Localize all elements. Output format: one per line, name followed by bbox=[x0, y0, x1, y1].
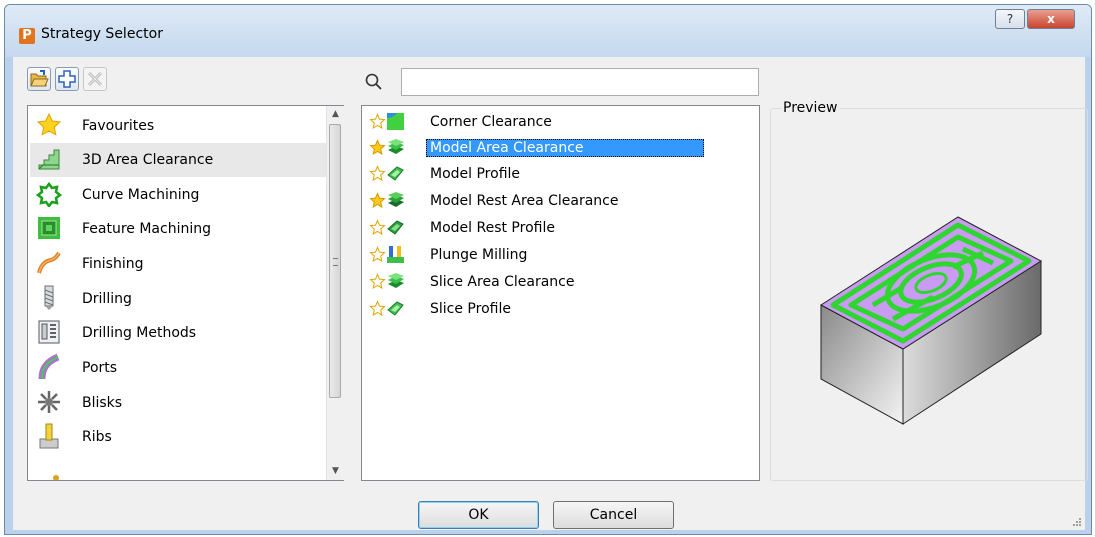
star-outline-icon[interactable] bbox=[369, 273, 386, 290]
model-rest-area-clearance-icon bbox=[388, 192, 404, 207]
category-feature-machining[interactable]: Feature Machining bbox=[30, 212, 326, 246]
dialog-body: Favourites 3D Area Clearance Curve Machi… bbox=[13, 57, 1088, 530]
remove-button[interactable] bbox=[83, 67, 107, 91]
strategy-list[interactable]: Corner Clearance Model Area Clearance Mo… bbox=[361, 105, 760, 481]
category-label: Blisks bbox=[82, 395, 123, 411]
ok-button[interactable]: OK bbox=[418, 501, 539, 529]
star-icon bbox=[36, 112, 62, 136]
category-label: Finishing bbox=[82, 256, 144, 272]
area-clearance-icon bbox=[38, 149, 60, 170]
category-3d-area-clearance[interactable]: 3D Area Clearance bbox=[30, 143, 326, 177]
feature-machining-icon bbox=[38, 217, 60, 239]
strategy-item[interactable]: Plunge Milling bbox=[366, 244, 754, 266]
cancel-button[interactable]: Cancel bbox=[553, 501, 674, 529]
strategy-label: Model Area Clearance bbox=[426, 139, 704, 157]
strategy-item[interactable]: Slice Profile bbox=[366, 298, 754, 320]
category-scrollbar[interactable]: ▲ ▼ bbox=[326, 106, 344, 480]
category-ribs[interactable]: Ribs bbox=[30, 420, 326, 454]
strategy-label: Slice Area Clearance bbox=[430, 274, 575, 290]
star-outline-icon[interactable] bbox=[369, 113, 386, 130]
blisks-icon bbox=[38, 391, 60, 413]
category-label: 3D Area Clearance bbox=[82, 152, 214, 168]
category-label: Curve Machining bbox=[82, 187, 200, 203]
model-profile-icon bbox=[387, 166, 404, 181]
star-outline-icon[interactable] bbox=[369, 246, 386, 263]
strategy-item[interactable]: Model Profile bbox=[366, 163, 754, 185]
strategy-item[interactable]: Model Rest Area Clearance bbox=[366, 190, 754, 212]
category-drilling-methods[interactable]: Drilling Methods bbox=[30, 316, 326, 350]
title-bar[interactable]: P Strategy Selector ? x bbox=[5, 5, 1091, 57]
category-blisks[interactable]: Blisks bbox=[30, 386, 326, 420]
ribs-icon bbox=[39, 423, 59, 449]
finishing-icon bbox=[37, 251, 61, 274]
help-button[interactable]: ? bbox=[995, 9, 1025, 29]
category-drilling[interactable]: Drilling bbox=[30, 282, 326, 316]
strategy-label: Model Rest Profile bbox=[430, 220, 555, 236]
category-label: Feature Machining bbox=[82, 221, 211, 237]
star-outline-icon[interactable] bbox=[369, 300, 386, 317]
category-label: Ports bbox=[82, 360, 118, 376]
preview-label: Preview bbox=[781, 100, 840, 116]
corner-clearance-icon bbox=[387, 113, 404, 130]
scroll-down-arrow[interactable]: ▼ bbox=[327, 463, 344, 480]
category-finishing[interactable]: Finishing bbox=[30, 247, 326, 281]
plus-icon bbox=[58, 70, 76, 88]
open-folder-button[interactable] bbox=[27, 67, 51, 91]
star-filled-icon[interactable] bbox=[369, 192, 386, 209]
ports-icon bbox=[38, 354, 60, 380]
strategy-label: Model Profile bbox=[430, 166, 521, 182]
category-label: Drilling Methods bbox=[82, 325, 197, 341]
category-label: Ribs bbox=[82, 429, 112, 445]
drilling-methods-icon bbox=[38, 320, 60, 344]
model-rest-profile-icon bbox=[387, 220, 404, 235]
category-next-partial bbox=[30, 455, 326, 480]
window-title: Strategy Selector bbox=[41, 26, 163, 42]
slice-profile-icon bbox=[387, 301, 404, 316]
strategy-label: Plunge Milling bbox=[430, 247, 528, 263]
search-input[interactable] bbox=[401, 68, 759, 96]
strategy-label: Slice Profile bbox=[430, 301, 511, 317]
strategy-selector-dialog: P Strategy Selector ? x Favourites 3D Ar… bbox=[4, 4, 1092, 535]
open-folder-icon bbox=[30, 70, 49, 87]
star-outline-icon[interactable] bbox=[369, 219, 386, 236]
strategy-item[interactable]: Model Rest Profile bbox=[366, 217, 754, 239]
star-outline-icon[interactable] bbox=[369, 165, 386, 182]
model-area-clearance-icon bbox=[388, 139, 404, 154]
strategy-label: Model Rest Area Clearance bbox=[430, 193, 619, 209]
close-button[interactable]: x bbox=[1027, 9, 1075, 29]
strategy-item[interactable]: Model Area Clearance bbox=[366, 137, 754, 159]
plunge-milling-icon bbox=[387, 246, 404, 263]
app-icon: P bbox=[19, 28, 35, 44]
remove-icon bbox=[87, 71, 103, 87]
strategy-item[interactable]: Corner Clearance bbox=[366, 111, 754, 133]
category-label: Drilling bbox=[82, 291, 132, 307]
resize-grip-icon[interactable] bbox=[1072, 517, 1082, 527]
category-list[interactable]: Favourites 3D Area Clearance Curve Machi… bbox=[27, 105, 344, 481]
curve-machining-icon bbox=[36, 181, 62, 207]
partial-icon bbox=[53, 475, 59, 480]
scroll-thumb[interactable] bbox=[329, 124, 341, 398]
category-label: Favourites bbox=[82, 118, 155, 134]
star-filled-icon[interactable] bbox=[369, 139, 386, 156]
scroll-up-arrow[interactable]: ▲ bbox=[327, 106, 344, 123]
category-curve-machining[interactable]: Curve Machining bbox=[30, 178, 326, 212]
preview-image bbox=[820, 216, 1042, 425]
category-ports[interactable]: Ports bbox=[30, 351, 326, 385]
slice-area-clearance-icon bbox=[388, 273, 404, 288]
search-icon bbox=[365, 73, 382, 90]
drilling-icon bbox=[44, 285, 54, 310]
strategy-item[interactable]: Slice Area Clearance bbox=[366, 271, 754, 293]
add-button[interactable] bbox=[55, 67, 79, 91]
strategy-label: Corner Clearance bbox=[430, 114, 552, 130]
category-favourites[interactable]: Favourites bbox=[30, 109, 326, 143]
